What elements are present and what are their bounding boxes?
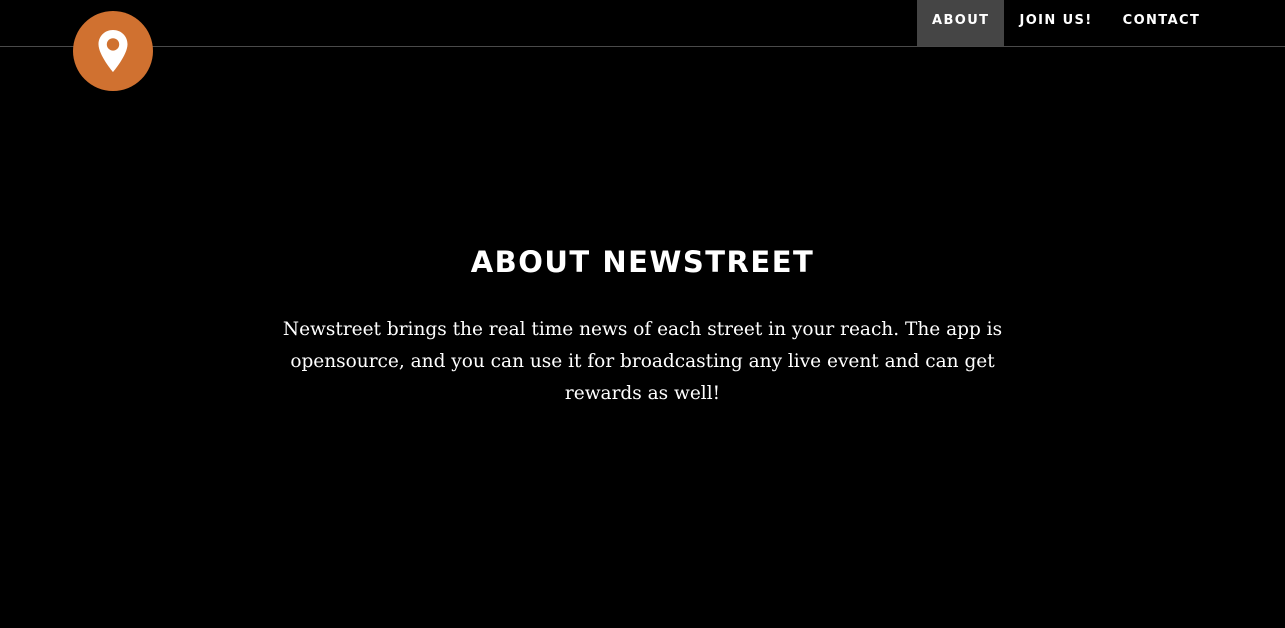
map-pin-icon bbox=[98, 30, 128, 72]
nav-link-join-us[interactable]: JOIN US! bbox=[1004, 0, 1107, 46]
nav-link-contact[interactable]: CONTACT bbox=[1108, 0, 1216, 46]
nav-link-about[interactable]: ABOUT bbox=[917, 0, 1005, 46]
top-navigation-bar: ABOUT JOIN US! CONTACT bbox=[0, 0, 1285, 91]
about-description: Newstreet brings the real time news of e… bbox=[282, 319, 1003, 404]
main-nav: ABOUT JOIN US! CONTACT bbox=[917, 0, 1215, 46]
home-logo[interactable] bbox=[73, 11, 153, 91]
about-title: ABOUT NEWSTREET bbox=[470, 245, 815, 279]
